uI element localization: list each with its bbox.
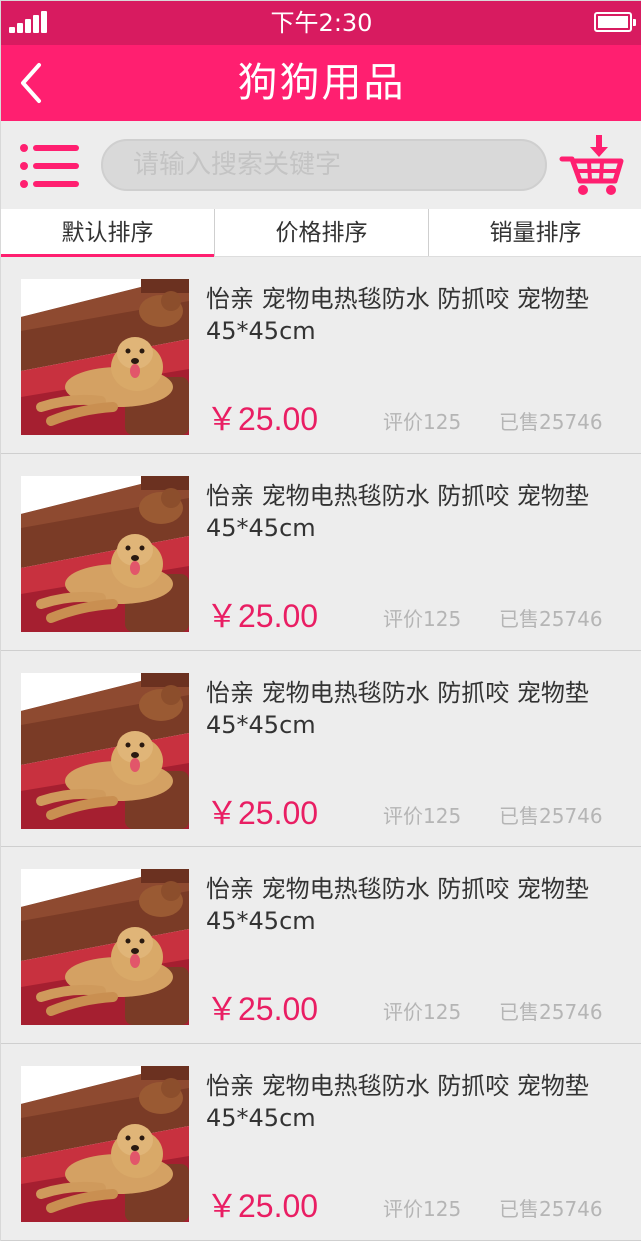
product-sold-count: 已售25746 xyxy=(499,1197,603,1222)
search-box[interactable] xyxy=(101,139,547,191)
product-title[interactable]: 怡亲 宠物电热毯防水 防抓咬 宠物垫45*45cm xyxy=(206,1070,626,1134)
product-price: ￥25.00 xyxy=(206,991,319,1028)
product-price: ￥25.00 xyxy=(206,794,319,831)
tab-sales-sort[interactable]: 销量排序 xyxy=(429,209,641,256)
product-item[interactable]: 怡亲 宠物电热毯防水 防抓咬 宠物垫45*45cm ￥25.00 评价125 已… xyxy=(1,257,641,454)
tab-default-sort[interactable]: 默认排序 xyxy=(1,209,215,257)
pet-bed-photo xyxy=(21,475,189,632)
product-title[interactable]: 怡亲 宠物电热毯防水 防抓咬 宠物垫45*45cm xyxy=(206,480,626,544)
product-item[interactable]: 怡亲 宠物电热毯防水 防抓咬 宠物垫45*45cm ￥25.00 评价125 已… xyxy=(1,847,641,1045)
product-image[interactable] xyxy=(21,672,189,829)
product-title[interactable]: 怡亲 宠物电热毯防水 防抓咬 宠物垫45*45cm xyxy=(206,873,626,937)
product-image[interactable] xyxy=(21,475,189,632)
product-title[interactable]: 怡亲 宠物电热毯防水 防抓咬 宠物垫45*45cm xyxy=(206,677,626,741)
product-image[interactable] xyxy=(21,869,189,1026)
page-title: 狗狗用品 xyxy=(237,60,406,106)
product-sold-count: 已售25746 xyxy=(499,410,603,434)
product-image[interactable] xyxy=(21,279,189,435)
product-item[interactable]: 怡亲 宠物电热毯防水 防抓咬 宠物垫45*45cm ￥25.00 评价125 已… xyxy=(1,453,641,651)
product-reviews: 评价125 xyxy=(383,1197,462,1222)
product-reviews: 评价125 xyxy=(383,803,462,828)
search-row xyxy=(1,121,641,209)
product-item[interactable]: 怡亲 宠物电热毯防水 防抓咬 宠物垫45*45cm ￥25.00 评价125 已… xyxy=(1,650,641,848)
app-header: 狗狗用品 xyxy=(1,45,641,121)
category-menu-button[interactable] xyxy=(19,143,81,189)
product-sold-count: 已售25746 xyxy=(499,1000,603,1025)
product-reviews: 评价125 xyxy=(383,410,462,434)
list-menu-icon xyxy=(20,144,79,188)
pet-bed-photo xyxy=(21,1066,189,1223)
product-price: ￥25.00 xyxy=(206,1188,319,1225)
pet-bed-photo xyxy=(21,279,189,435)
product-image[interactable] xyxy=(21,1066,189,1223)
status-bar: 下午2:30 xyxy=(1,1,641,45)
product-price: ￥25.00 xyxy=(206,597,319,634)
battery-icon xyxy=(594,12,636,32)
sort-tabs: 默认排序 价格排序 销量排序 xyxy=(1,209,641,257)
product-sold-count: 已售25746 xyxy=(499,803,603,828)
tab-price-sort[interactable]: 价格排序 xyxy=(215,209,429,256)
product-reviews: 评价125 xyxy=(383,606,462,631)
pet-bed-photo xyxy=(21,869,189,1026)
product-reviews: 评价125 xyxy=(383,1000,462,1025)
cart-button[interactable] xyxy=(559,133,625,199)
pet-bed-photo xyxy=(21,672,189,829)
product-item[interactable]: 怡亲 宠物电热毯防水 防抓咬 宠物垫45*45cm ￥25.00 评价125 已… xyxy=(1,1044,641,1241)
product-sold-count: 已售25746 xyxy=(499,606,603,631)
product-title[interactable]: 怡亲 宠物电热毯防水 防抓咬 宠物垫45*45cm xyxy=(206,283,626,347)
product-price: ￥25.00 xyxy=(206,401,319,437)
shopping-cart-icon xyxy=(559,135,624,195)
product-list: 怡亲 宠物电热毯防水 防抓咬 宠物垫45*45cm ￥25.00 评价125 已… xyxy=(1,257,641,1241)
status-time: 下午2:30 xyxy=(270,9,373,37)
search-input[interactable] xyxy=(103,141,545,189)
